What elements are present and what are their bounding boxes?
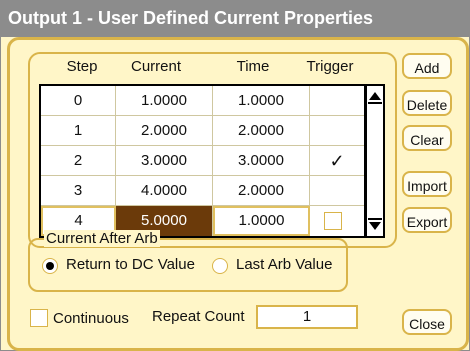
trigger-cell[interactable] bbox=[310, 176, 364, 206]
add-button[interactable]: Add bbox=[402, 53, 452, 79]
dialog-title: Output 1 - User Defined Current Properti… bbox=[8, 8, 374, 28]
table-row[interactable]: 3 4.0000 2.0000 bbox=[41, 176, 364, 206]
time-cell[interactable]: 3.0000 bbox=[213, 146, 310, 176]
trigger-cell[interactable] bbox=[310, 116, 364, 146]
radio-last-arb[interactable] bbox=[212, 258, 228, 274]
export-button[interactable]: Export bbox=[402, 207, 452, 233]
dialog-window: Output 1 - User Defined Current Properti… bbox=[0, 0, 470, 351]
time-cell[interactable]: 1.0000 bbox=[213, 206, 310, 236]
continuous-label[interactable]: Continuous bbox=[53, 310, 129, 327]
arrow-down-icon bbox=[368, 218, 382, 230]
current-after-arb-group: Current After Arb Return to DC Value Las… bbox=[28, 230, 348, 292]
time-cell[interactable]: 2.0000 bbox=[213, 176, 310, 206]
repeat-count-input[interactable]: 1 bbox=[256, 305, 358, 329]
import-button[interactable]: Import bbox=[402, 171, 452, 197]
arrow-up-icon bbox=[368, 92, 382, 104]
clear-button[interactable]: Clear bbox=[402, 125, 452, 151]
time-cell[interactable]: 1.0000 bbox=[213, 86, 310, 116]
repeat-count-label: Repeat Count bbox=[152, 308, 245, 325]
trigger-check-icon[interactable]: ✓ bbox=[310, 146, 364, 176]
current-cell[interactable]: 3.0000 bbox=[116, 146, 213, 176]
current-cell[interactable]: 4.0000 bbox=[116, 176, 213, 206]
delete-button[interactable]: Delete bbox=[402, 90, 452, 116]
radio-last-arb-label[interactable]: Last Arb Value bbox=[236, 256, 332, 273]
current-cell[interactable]: 2.0000 bbox=[116, 116, 213, 146]
trigger-checkbox[interactable] bbox=[324, 212, 342, 230]
header-trigger: Trigger bbox=[306, 58, 354, 75]
continuous-checkbox[interactable] bbox=[30, 309, 48, 327]
dialog-content: Step Current Time Trigger 0 1.0000 1.000… bbox=[7, 37, 469, 351]
step-cell[interactable]: 1 bbox=[41, 116, 116, 146]
table-row[interactable]: 0 1.0000 1.0000 bbox=[41, 86, 364, 116]
table-row[interactable]: 2 3.0000 3.0000 ✓ bbox=[41, 146, 364, 176]
step-table[interactable]: 0 1.0000 1.0000 1 2.0000 2.0000 2 3.0000… bbox=[39, 84, 366, 238]
group-label: Current After Arb bbox=[44, 230, 160, 247]
step-cell[interactable]: 3 bbox=[41, 176, 116, 206]
close-button[interactable]: Close bbox=[402, 309, 452, 335]
header-step: Step bbox=[66, 58, 98, 75]
step-cell[interactable]: 2 bbox=[41, 146, 116, 176]
radio-return-dc[interactable] bbox=[42, 258, 58, 274]
trigger-cell[interactable] bbox=[310, 86, 364, 116]
table-row[interactable]: 1 2.0000 2.0000 bbox=[41, 116, 364, 146]
table-scrollbar[interactable] bbox=[365, 84, 385, 238]
step-cell[interactable]: 0 bbox=[41, 86, 116, 116]
header-time: Time bbox=[236, 58, 270, 75]
radio-return-dc-label[interactable]: Return to DC Value bbox=[66, 256, 195, 273]
current-cell[interactable]: 1.0000 bbox=[116, 86, 213, 116]
header-current: Current bbox=[130, 58, 182, 75]
step-table-panel: Step Current Time Trigger 0 1.0000 1.000… bbox=[28, 52, 397, 248]
scroll-up-button[interactable] bbox=[367, 86, 383, 106]
scroll-down-button[interactable] bbox=[367, 216, 383, 236]
title-bar: Output 1 - User Defined Current Properti… bbox=[1, 1, 469, 37]
time-cell[interactable]: 2.0000 bbox=[213, 116, 310, 146]
trigger-cell[interactable] bbox=[310, 206, 364, 236]
